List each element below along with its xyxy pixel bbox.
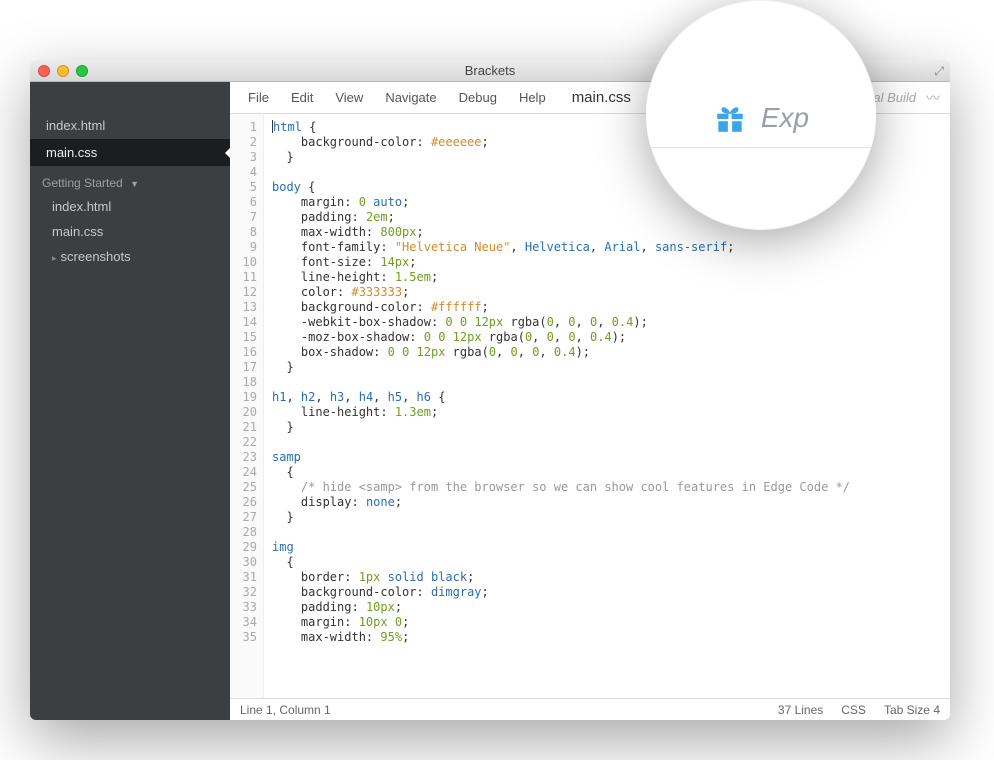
code-editor[interactable]: 1234567891011121314151617181920212223242…: [230, 114, 950, 698]
tree-item-index-html[interactable]: index.html: [30, 194, 230, 219]
sidebar: index.htmlmain.css Getting Started ▼ ind…: [30, 82, 230, 720]
menu-navigate[interactable]: Navigate: [381, 90, 440, 105]
line-number-gutter: 1234567891011121314151617181920212223242…: [230, 114, 264, 698]
working-file-index-html[interactable]: index.html: [30, 112, 230, 139]
menu-edit[interactable]: Edit: [287, 90, 317, 105]
chevron-down-icon: ▼: [130, 179, 139, 189]
language-mode[interactable]: CSS: [841, 703, 866, 717]
tree-item-main-css[interactable]: main.css: [30, 219, 230, 244]
working-file-main-css[interactable]: main.css: [30, 139, 230, 166]
tab-size[interactable]: Tab Size 4: [884, 703, 940, 717]
build-label: tal Build: [870, 90, 916, 105]
open-filename: main.css: [572, 89, 631, 106]
project-section-header[interactable]: Getting Started ▼: [30, 166, 230, 194]
menu-debug[interactable]: Debug: [455, 90, 501, 105]
chevron-right-icon: ▸: [52, 253, 57, 263]
statusbar: Line 1, Column 1 37 Lines CSS Tab Size 4: [230, 698, 950, 720]
magnifier-overlay: Exp: [646, 0, 876, 230]
cursor-position[interactable]: Line 1, Column 1: [240, 703, 331, 717]
magnifier-label: Exp: [761, 102, 809, 134]
line-count: 37 Lines: [778, 703, 823, 717]
fullscreen-icon[interactable]: ⤢: [934, 64, 944, 79]
code-area[interactable]: html { background-color: #eeeeee; } body…: [264, 114, 950, 698]
project-name: Getting Started: [42, 176, 123, 190]
menu-file[interactable]: File: [244, 90, 273, 105]
tree-item-screenshots[interactable]: ▸screenshots: [30, 244, 230, 269]
live-preview-icon[interactable]: 〰: [926, 88, 940, 108]
menu-view[interactable]: View: [331, 90, 367, 105]
gift-icon[interactable]: [713, 101, 747, 135]
menu-help[interactable]: Help: [515, 90, 550, 105]
